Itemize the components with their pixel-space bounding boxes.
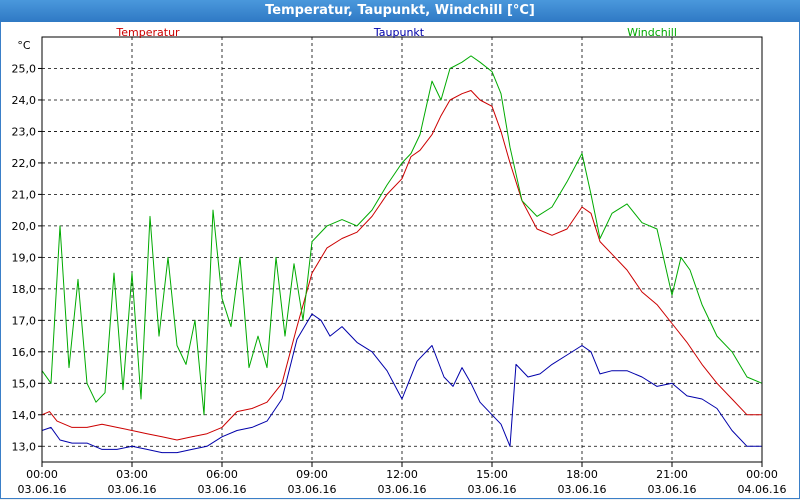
chart-panel: 13,0 14,0 15,0 16,0 17,0 18,0 19,0 20,0 21,0 22,0…	[0, 22, 800, 499]
x-tick-label-date: 03.06.16	[198, 483, 247, 496]
x-tick-label-time: 09:00	[296, 468, 328, 481]
y-tick-label: 22,0	[12, 157, 37, 170]
legend-entry-windchill: Windchill	[627, 26, 677, 39]
x-tick-label-time: 12:00	[386, 468, 418, 481]
y-tick-label: 14,0	[12, 409, 37, 422]
x-tick-label-date: 03.06.16	[288, 483, 337, 496]
y-tick-label: 24,0	[12, 94, 37, 107]
x-tick-label-date: 03.06.16	[558, 483, 607, 496]
y-tick-label: 15,0	[12, 377, 37, 390]
y-tick-label: 16,0	[12, 346, 37, 359]
x-tick-label-date: 03.06.16	[108, 483, 157, 496]
legend-entry-taupunkt: Taupunkt	[373, 26, 425, 39]
legend-entry-temperatur: Temperatur	[115, 26, 180, 39]
x-tick-label-time: 00:00	[746, 468, 778, 481]
x-tick-label-time: 18:00	[566, 468, 598, 481]
x-tick-label-date: 03.06.16	[378, 483, 427, 496]
y-tick-label: 21,0	[12, 188, 37, 201]
x-tick-label-date: 03.06.16	[648, 483, 697, 496]
axes: 13,0 14,0 15,0 16,0 17,0 18,0 19,0 20,0 21,0 22,0…	[12, 36, 787, 496]
y-tick-label: 25,0	[12, 62, 37, 75]
y-tick-label: 18,0	[12, 283, 37, 296]
y-axis-unit: °C	[17, 39, 31, 52]
window-title: Temperatur, Taupunkt, Windchill [°C]	[0, 0, 800, 23]
y-tick-label: 19,0	[12, 251, 37, 264]
x-tick-label-time: 03:00	[116, 468, 148, 481]
x-tick-label-date: 03.06.16	[18, 483, 67, 496]
x-tick-label-time: 00:00	[26, 468, 58, 481]
x-tick-label-time: 06:00	[206, 468, 238, 481]
y-tick-label: 20,0	[12, 220, 37, 233]
x-tick-label-date: 03.06.16	[468, 483, 517, 496]
y-tick-label: 13,0	[12, 440, 37, 453]
x-tick-label-time: 21:00	[656, 468, 688, 481]
y-tick-label: 17,0	[12, 314, 37, 327]
x-tick-label-date: 04.06.16	[738, 483, 787, 496]
y-tick-label: 23,0	[12, 125, 37, 138]
line-chart: 13,0 14,0 15,0 16,0 17,0 18,0 19,0 20,0 21,0 22,0…	[12, 26, 787, 496]
x-tick-label-time: 15:00	[476, 468, 508, 481]
